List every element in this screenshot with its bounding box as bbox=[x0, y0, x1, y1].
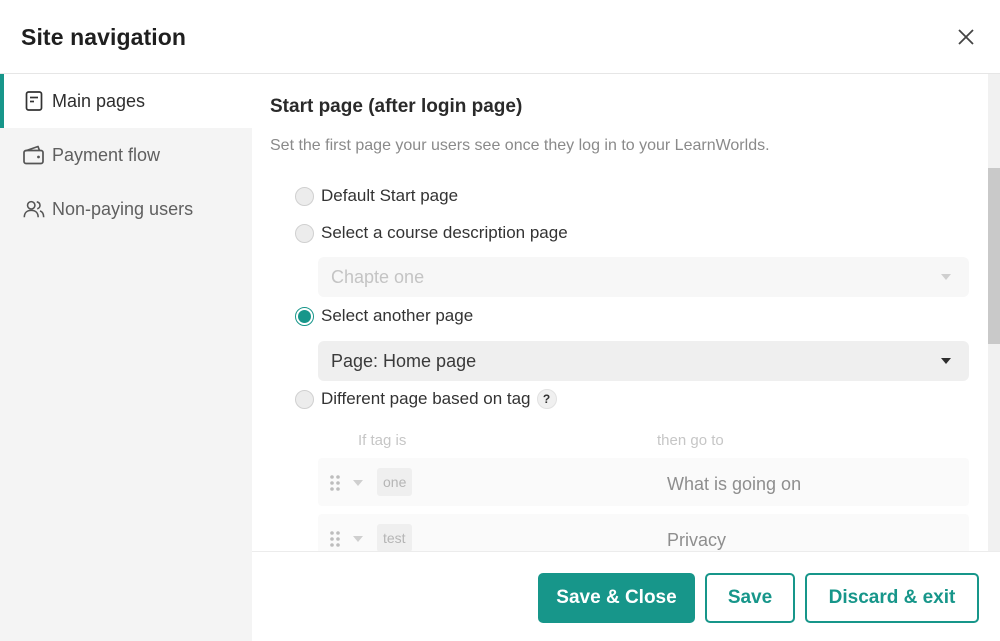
option-page-based-on-tag[interactable]: Different page based on tag ? bbox=[295, 387, 557, 411]
sidebar-item-non-paying-users[interactable]: Non-paying users bbox=[0, 182, 252, 236]
column-header-tag: If tag is bbox=[358, 432, 407, 449]
close-button[interactable] bbox=[954, 25, 978, 49]
destination-value: Privacy bbox=[667, 530, 727, 550]
modal-footer: Save & Close Save Discard & exit bbox=[252, 551, 1000, 641]
section-description: Set the first page your users see once t… bbox=[270, 137, 770, 154]
help-icon[interactable]: ? bbox=[536, 389, 557, 409]
destination-value: What is going on bbox=[667, 474, 802, 494]
sidebar-item-label: Non-paying users bbox=[52, 198, 194, 219]
select-value: Chapte one bbox=[331, 266, 425, 287]
save-and-close-button[interactable]: Save & Close bbox=[538, 573, 695, 623]
page-select[interactable]: Page: Home page bbox=[318, 341, 969, 381]
sidebar: Main pages Payment flow Non-paying users bbox=[0, 74, 252, 641]
users-icon bbox=[22, 197, 46, 221]
sidebar-item-label: Payment flow bbox=[52, 144, 161, 165]
chevron-down-icon[interactable] bbox=[353, 536, 363, 542]
page-icon bbox=[22, 89, 46, 113]
scrollbar-thumb[interactable] bbox=[988, 168, 1000, 344]
option-default-start-page[interactable]: Default Start page bbox=[295, 184, 458, 208]
drag-handle-icon[interactable] bbox=[329, 530, 341, 548]
option-select-another-page[interactable]: Select another page bbox=[295, 304, 473, 328]
sidebar-item-label: Main pages bbox=[52, 90, 146, 111]
option-label: Select a course description page bbox=[321, 223, 568, 242]
wallet-icon bbox=[22, 143, 46, 167]
chevron-down-icon bbox=[941, 274, 951, 280]
option-label: Different page based on tag bbox=[321, 389, 531, 408]
radio-button[interactable] bbox=[295, 223, 314, 243]
drag-handle-icon[interactable] bbox=[329, 474, 341, 492]
discard-and-exit-button[interactable]: Discard & exit bbox=[805, 573, 979, 623]
chevron-down-icon bbox=[941, 358, 951, 364]
option-course-description-page[interactable]: Select a course description page bbox=[295, 221, 568, 245]
radio-button-checked[interactable] bbox=[295, 306, 314, 326]
save-button[interactable]: Save bbox=[705, 573, 795, 623]
site-navigation-modal: Site navigation Main pages Payment flow … bbox=[0, 0, 1000, 641]
radio-button[interactable] bbox=[295, 186, 314, 206]
sidebar-item-payment-flow[interactable]: Payment flow bbox=[0, 128, 252, 182]
select-value: Page: Home page bbox=[331, 350, 477, 371]
close-icon bbox=[958, 29, 974, 45]
section-title: Start page (after login page) bbox=[270, 96, 523, 117]
course-page-select: Chapte one bbox=[318, 257, 969, 297]
modal-header: Site navigation bbox=[0, 0, 1000, 74]
main-content: Start page (after login page) Set the fi… bbox=[252, 74, 988, 551]
option-label: Default Start page bbox=[321, 186, 459, 205]
chevron-down-icon[interactable] bbox=[353, 480, 363, 486]
tag-chip: test bbox=[377, 524, 412, 551]
table-row: one What is going on bbox=[318, 458, 969, 506]
modal-title: Site navigation bbox=[21, 24, 187, 50]
tag-chip: one bbox=[377, 468, 413, 496]
table-row: test Privacy bbox=[318, 514, 969, 551]
option-label: Select another page bbox=[321, 306, 474, 325]
column-header-destination: then go to bbox=[657, 432, 724, 449]
sidebar-item-main-pages[interactable]: Main pages bbox=[0, 74, 252, 128]
radio-button[interactable] bbox=[295, 389, 314, 409]
